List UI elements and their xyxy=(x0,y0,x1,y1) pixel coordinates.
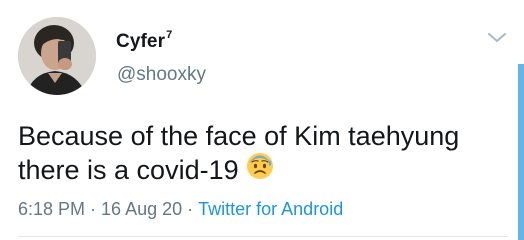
tweet-text-line-2-text: there is a covid-19 xyxy=(18,155,239,186)
divider xyxy=(18,236,508,237)
chevron-down-icon[interactable] xyxy=(486,30,508,46)
tweet-time[interactable]: 6:18 PM xyxy=(18,199,85,219)
tweet-source-link[interactable]: Twitter for Android xyxy=(198,199,343,219)
tweet-card: Cyfer7 @shooxky Because of the face of K… xyxy=(0,0,524,240)
tweet-text-line-2: there is a covid-19 xyxy=(18,153,508,191)
user-handle[interactable]: @shooxky xyxy=(117,64,206,86)
anxious-face-with-sweat-icon xyxy=(245,150,275,188)
avatar-photo xyxy=(18,17,96,95)
meta-separator: · xyxy=(187,199,194,219)
avatar[interactable] xyxy=(18,17,96,95)
name-badge: 7 xyxy=(166,29,173,41)
tweet-text: Because of the face of Kim taehyung ther… xyxy=(18,120,508,191)
meta-separator: · xyxy=(90,199,97,219)
tweet-metadata: 6:18 PM · 16 Aug 20 · Twitter for Android xyxy=(18,199,343,220)
scrollbar[interactable] xyxy=(518,64,524,240)
display-name[interactable]: Cyfer7 xyxy=(116,29,173,53)
tweet-date[interactable]: 16 Aug 20 xyxy=(101,199,182,219)
tweet-text-line-1: Because of the face of Kim taehyung xyxy=(18,121,460,151)
display-name-text: Cyfer xyxy=(116,31,166,52)
